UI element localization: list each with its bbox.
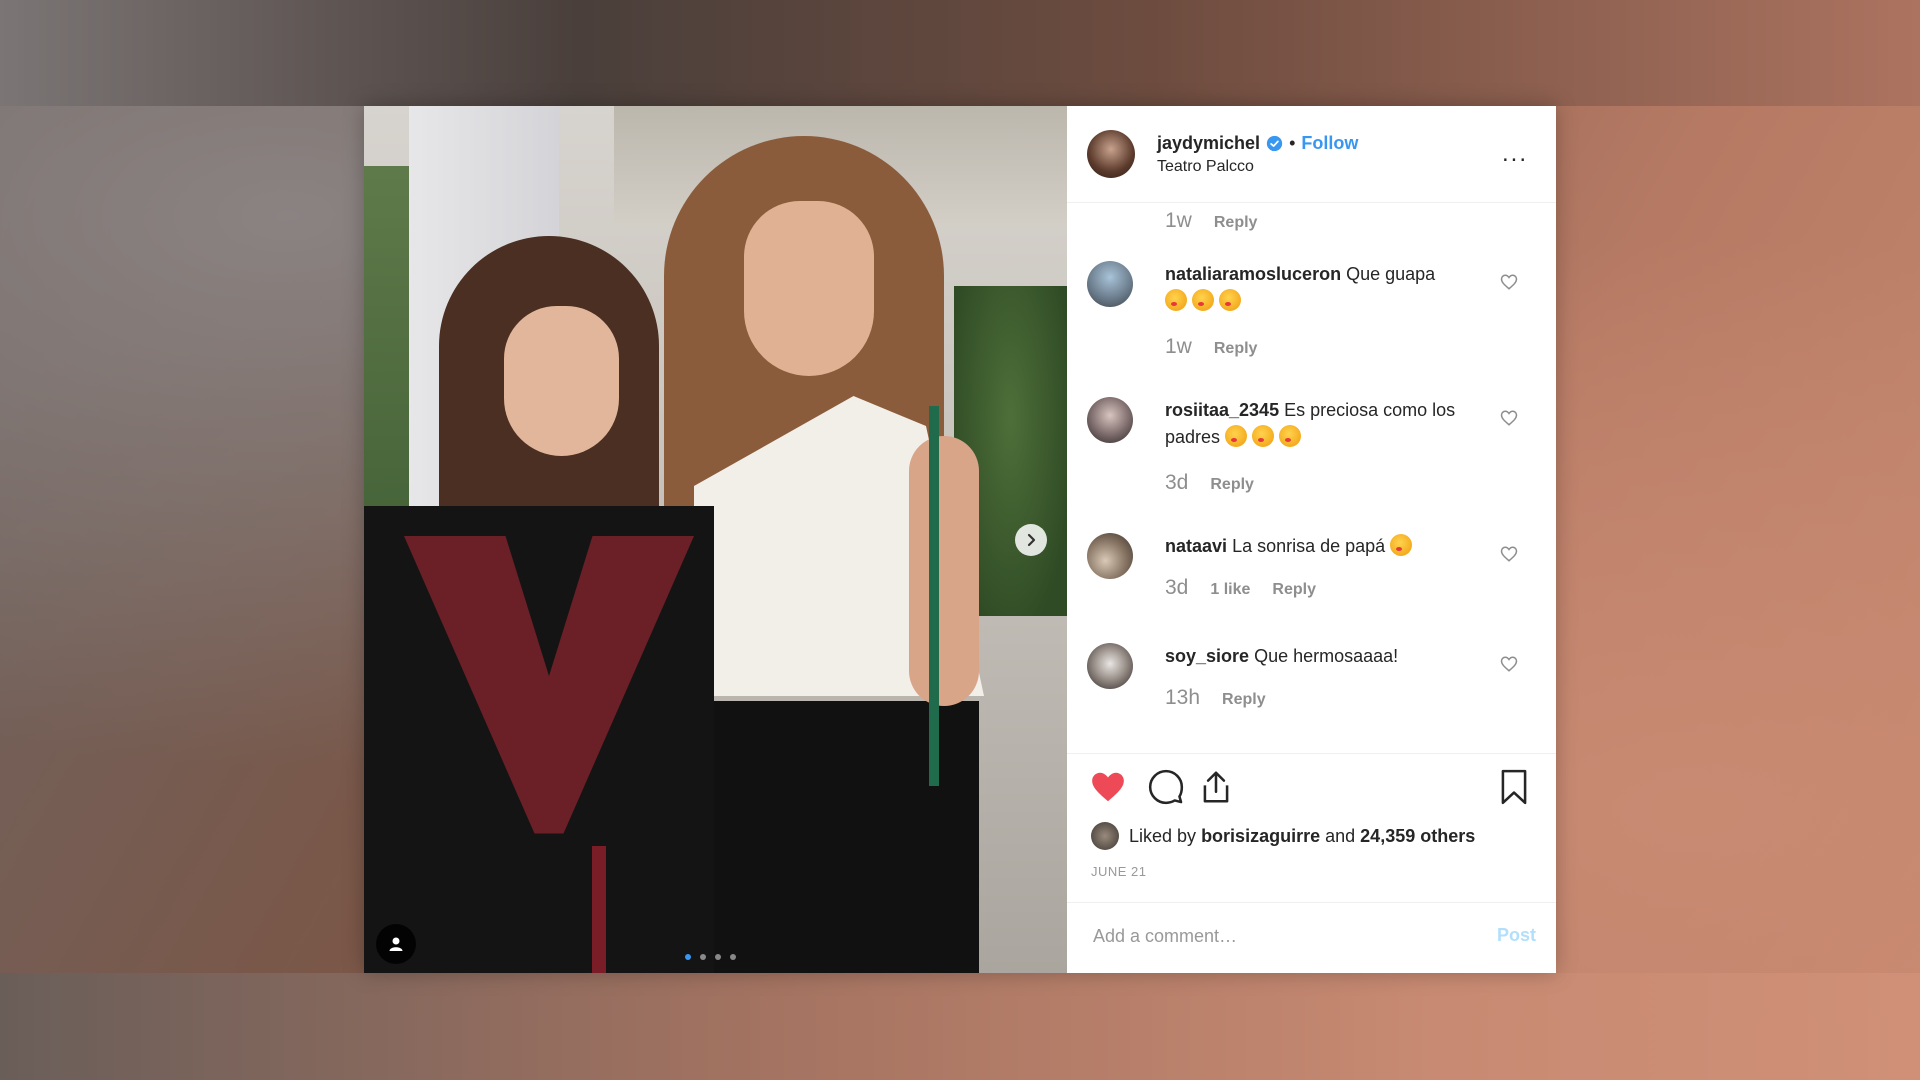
heart-outline-icon[interactable] <box>1500 545 1518 563</box>
comment-text: Que guapa <box>1346 264 1436 284</box>
commenter-avatar[interactable] <box>1087 261 1133 307</box>
post-date[interactable]: JUNE 21 <box>1091 864 1147 879</box>
photo-tassel <box>592 846 606 973</box>
more-options-icon[interactable]: ... <box>1502 140 1528 168</box>
post-photo <box>364 106 1067 973</box>
comment-time: 1w <box>1165 335 1192 358</box>
comment-reply-button[interactable]: Reply <box>1214 214 1258 232</box>
comments-list: 1w Reply nataliaramosluceron Que guapa 1… <box>1067 203 1556 753</box>
post-location[interactable]: Teatro Palcco <box>1157 158 1358 176</box>
author-username[interactable]: jaydymichel <box>1157 133 1260 154</box>
kiss-emoji-icon <box>1165 289 1187 311</box>
comment-reply-button[interactable]: Reply <box>1272 576 1316 603</box>
comment-time: 1w <box>1165 209 1192 232</box>
share-icon[interactable] <box>1197 768 1235 806</box>
next-photo-button[interactable] <box>1015 524 1047 556</box>
bookmark-icon[interactable] <box>1495 768 1533 806</box>
carousel-dot <box>715 954 721 960</box>
heart-filled-icon[interactable] <box>1089 768 1127 806</box>
comment-likes[interactable]: 1 like <box>1210 576 1250 603</box>
photo-woman-arm <box>909 436 979 706</box>
liked-by-and: and <box>1325 825 1356 846</box>
instagram-post: jaydymichel • Follow Teatro Palcco ... 1… <box>364 106 1556 973</box>
background-bottom-band <box>0 973 1920 1080</box>
header-separator: • <box>1289 132 1296 153</box>
post-comment-button[interactable]: Post <box>1497 925 1536 946</box>
follow-button[interactable]: Follow <box>1301 133 1358 154</box>
heart-outline-icon[interactable] <box>1500 273 1518 291</box>
heart-outline-icon[interactable] <box>1500 409 1518 427</box>
chevron-right-icon <box>1027 533 1036 547</box>
liked-by-prefix: Liked by <box>1129 825 1197 846</box>
liker-avatar[interactable] <box>1091 822 1119 850</box>
background-top-band <box>0 0 1920 106</box>
tagged-users-button[interactable] <box>376 924 416 964</box>
post-header: jaydymichel • Follow Teatro Palcco ... <box>1067 106 1556 203</box>
comment-meta-partial: 1w Reply <box>1165 209 1257 233</box>
likes-count[interactable]: 24,359 others <box>1360 826 1475 847</box>
verified-badge-icon <box>1266 135 1283 151</box>
carousel-dot <box>700 954 706 960</box>
kiss-emoji-icon <box>1219 289 1241 311</box>
comment-text: Que hermosaaaa! <box>1254 646 1399 666</box>
user-icon <box>389 937 403 951</box>
add-comment-bar: Post <box>1067 902 1556 973</box>
author-avatar[interactable] <box>1087 130 1135 178</box>
comment-reply-button[interactable]: Reply <box>1222 686 1266 713</box>
comment-time: 13h <box>1165 686 1201 709</box>
carousel-dot-active <box>685 954 691 960</box>
kiss-emoji-icon <box>1225 425 1248 447</box>
carousel-indicator <box>685 954 736 960</box>
comment-reply-button[interactable]: Reply <box>1214 335 1258 362</box>
kiss-emoji-icon <box>1192 289 1214 311</box>
liker-username[interactable]: borisizaguirre <box>1201 826 1320 847</box>
heart-outline-icon[interactable] <box>1500 655 1518 673</box>
comment-reply-button[interactable]: Reply <box>1210 471 1254 498</box>
add-comment-input[interactable] <box>1091 925 1465 948</box>
post-sidebar: jaydymichel • Follow Teatro Palcco ... 1… <box>1067 106 1556 973</box>
commenter-avatar[interactable] <box>1087 397 1133 443</box>
kiss-emoji-icon <box>1252 425 1275 447</box>
kiss-emoji-icon <box>1279 425 1302 447</box>
photo-woman-face <box>744 201 874 376</box>
post-actions: Liked by borisizaguirre and 24,359 other… <box>1067 753 1556 902</box>
likes-summary: Liked by borisizaguirre and 24,359 other… <box>1091 822 1475 850</box>
photo-girl-face <box>504 306 619 456</box>
comment-time: 3d <box>1165 471 1189 494</box>
author-info: jaydymichel • Follow Teatro Palcco <box>1157 133 1358 176</box>
commenter-username[interactable]: rosiitaa_2345 <box>1165 400 1279 420</box>
carousel-dot <box>730 954 736 960</box>
comment-icon[interactable] <box>1147 768 1185 806</box>
commenter-avatar[interactable] <box>1087 643 1133 689</box>
comment-time: 3d <box>1165 576 1189 599</box>
photo-bag-strap <box>929 406 939 786</box>
commenter-username[interactable]: nataavi <box>1165 536 1227 556</box>
commenter-avatar[interactable] <box>1087 533 1133 579</box>
heart-eyes-emoji-icon <box>1390 534 1413 556</box>
commenter-username[interactable]: nataliaramosluceron <box>1165 264 1341 284</box>
comment-text: La sonrisa de papá <box>1232 536 1386 556</box>
commenter-username[interactable]: soy_siore <box>1165 646 1249 666</box>
